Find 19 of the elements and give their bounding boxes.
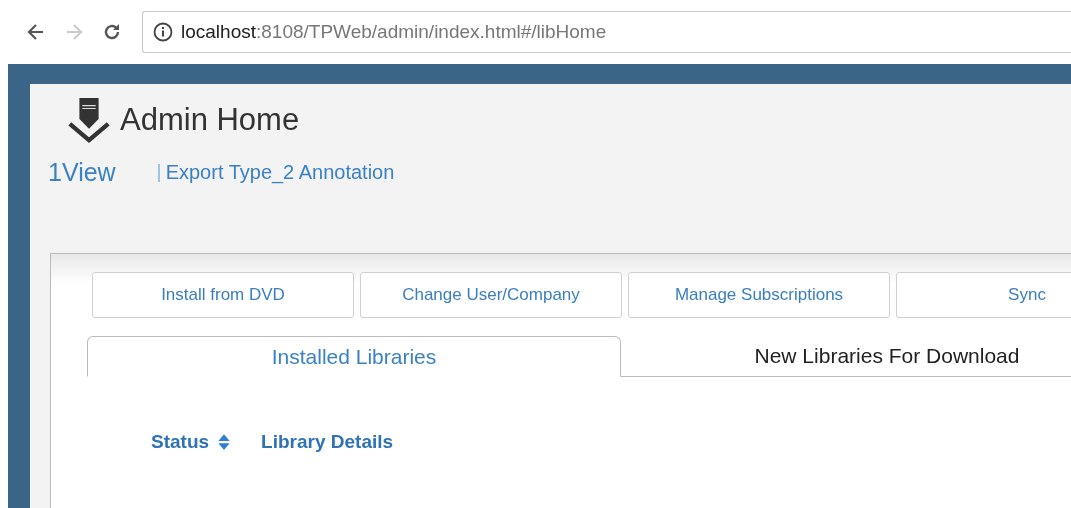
action-button[interactable]: Change User/Company <box>360 272 622 318</box>
reload-icon[interactable] <box>102 22 122 42</box>
info-icon <box>153 22 173 42</box>
nav-link[interactable]: Export Type_2 Annotation <box>165 161 395 184</box>
column-header[interactable]: Status <box>151 431 210 453</box>
column-header[interactable]: Library Details <box>261 431 394 453</box>
tab[interactable]: New Libraries For Download <box>621 336 1071 377</box>
action-button[interactable]: Install from DVD <box>92 272 354 318</box>
page-title: Admin Home <box>120 102 300 138</box>
address-bar[interactable]: localhost:8108/TPWeb/admin/index.html#/libHome <box>142 11 1071 53</box>
tab[interactable]: Installed Libraries <box>87 336 621 377</box>
sort-icon[interactable] <box>217 433 232 451</box>
url-text: localhost:8108/TPWeb/admin/index.html#/libHome <box>181 21 607 43</box>
nav-link[interactable]: 1View <box>48 158 116 187</box>
link-separator <box>157 163 160 182</box>
back-icon[interactable] <box>26 22 46 42</box>
action-button[interactable]: Sync <box>896 272 1071 318</box>
download-icon <box>66 96 112 144</box>
action-button[interactable]: Manage Subscriptions <box>628 272 890 318</box>
